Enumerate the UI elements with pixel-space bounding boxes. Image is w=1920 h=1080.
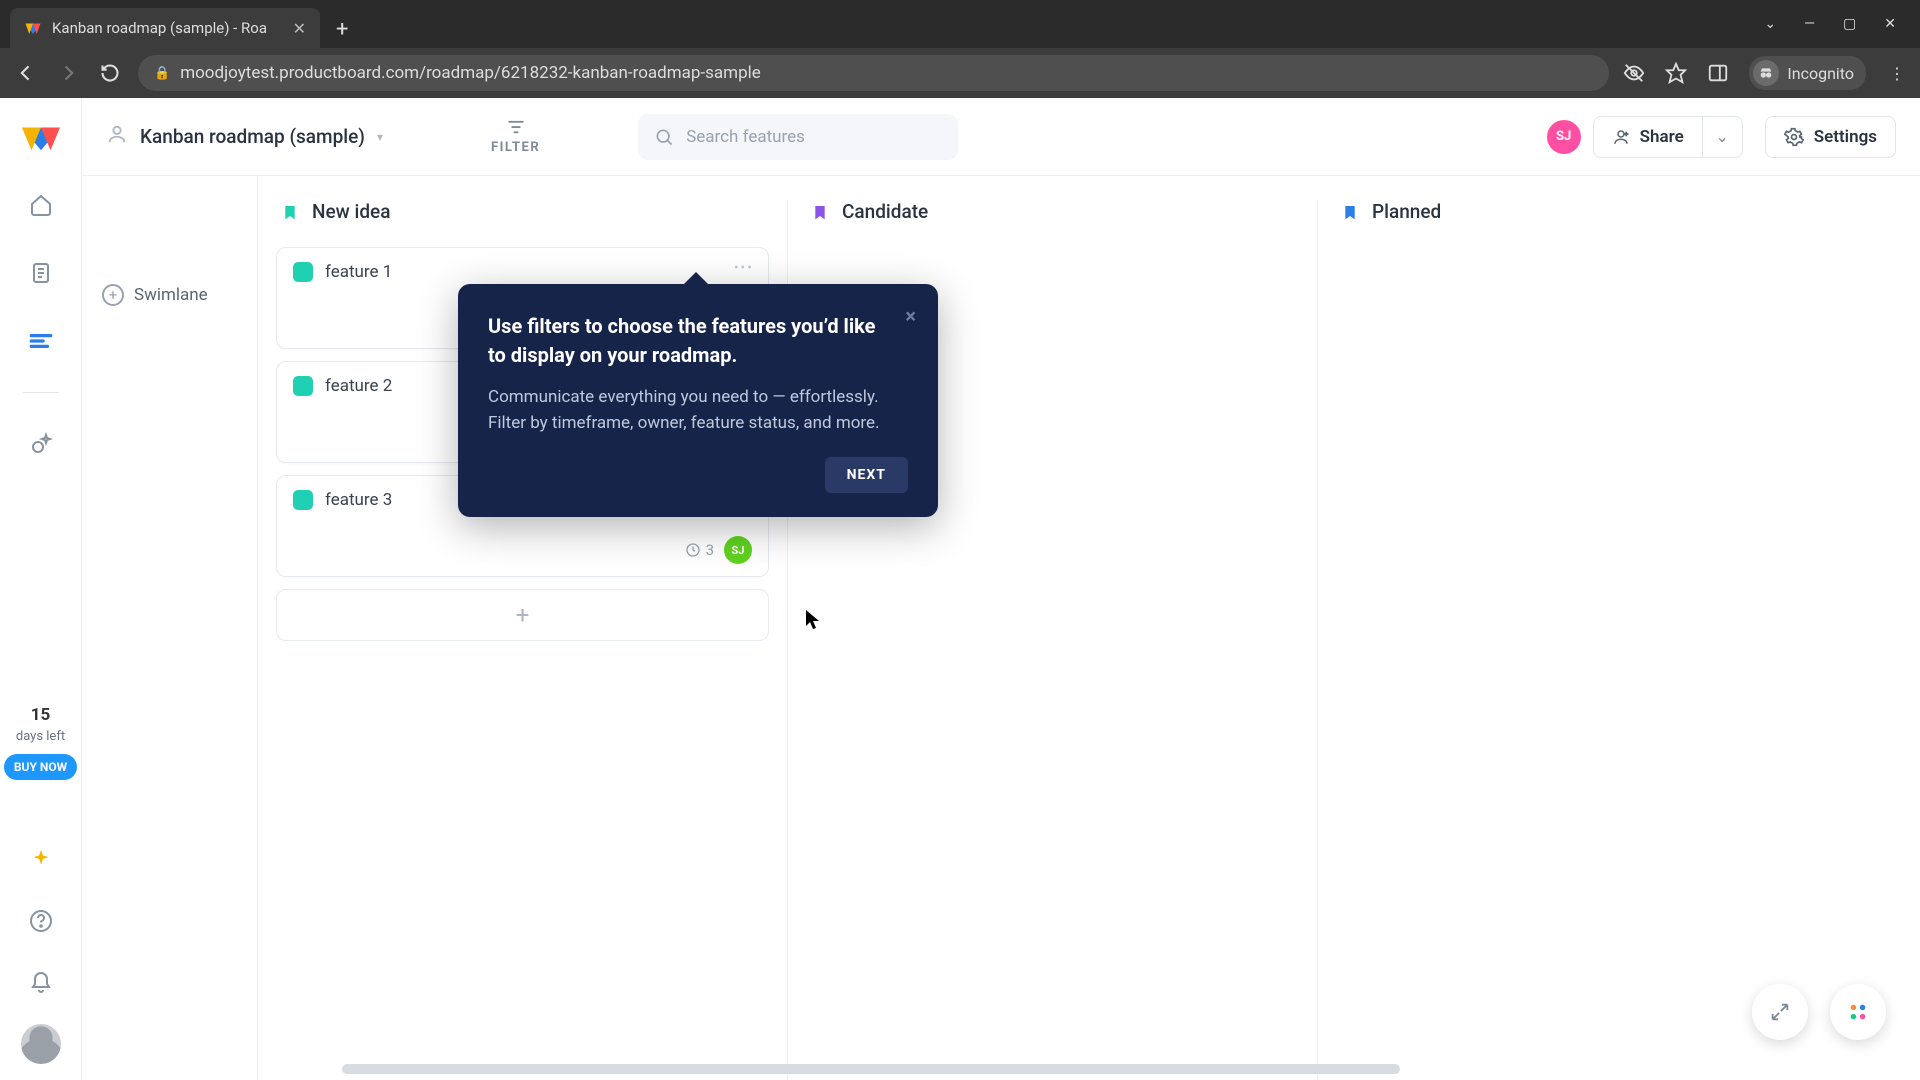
clock-icon bbox=[685, 542, 701, 558]
search-input[interactable] bbox=[686, 127, 942, 147]
settings-button[interactable]: Settings bbox=[1765, 116, 1896, 158]
window-controls: ⌄ ― ▢ ✕ bbox=[1764, 0, 1920, 48]
card-title: feature 3 bbox=[325, 490, 392, 510]
swimlane-label: Swimlane bbox=[134, 285, 208, 305]
eye-off-icon[interactable] bbox=[1623, 62, 1645, 84]
card-tag-icon bbox=[293, 262, 313, 282]
nav-forward-icon bbox=[54, 59, 82, 87]
column-title: New idea bbox=[312, 200, 390, 223]
gear-icon bbox=[1784, 127, 1804, 147]
card-title: feature 2 bbox=[325, 376, 392, 396]
topbar: Kanban roadmap (sample) ▾ FILTER SJ Shar… bbox=[82, 98, 1920, 176]
horizontal-scrollbar[interactable] bbox=[342, 1064, 1400, 1074]
close-window-icon[interactable]: ✕ bbox=[1884, 16, 1896, 32]
browser-chrome: Kanban roadmap (sample) - Roa ✕ + ⌄ ― ▢ … bbox=[0, 0, 1920, 98]
incognito-icon bbox=[1753, 60, 1779, 86]
bookmark-icon bbox=[282, 202, 298, 222]
new-tab-button[interactable]: + bbox=[320, 17, 364, 48]
page-title: Kanban roadmap (sample) bbox=[140, 125, 365, 148]
favicon-icon bbox=[24, 19, 42, 37]
user-avatar[interactable] bbox=[21, 1024, 61, 1064]
filter-button[interactable]: FILTER bbox=[491, 118, 540, 155]
assignee-avatar[interactable]: SJ bbox=[724, 536, 752, 564]
bookmark-icon bbox=[812, 202, 828, 222]
home-icon[interactable] bbox=[20, 184, 62, 226]
incognito-label: Incognito bbox=[1787, 64, 1854, 83]
user-chip[interactable]: SJ bbox=[1547, 120, 1581, 154]
app-root: 15 days left BUY NOW Kanban roadmap bbox=[0, 98, 1920, 1080]
persona-icon bbox=[106, 123, 128, 150]
coach-tooltip: × Use filters to choose the features you… bbox=[458, 284, 938, 517]
coach-body: Communicate everything you need to — eff… bbox=[488, 384, 908, 437]
card-title: feature 1 bbox=[325, 262, 392, 282]
add-card-button[interactable]: + bbox=[276, 589, 769, 641]
share-label: Share bbox=[1640, 127, 1684, 147]
share-caret-button[interactable]: ⌄ bbox=[1703, 116, 1743, 158]
share-button[interactable]: Share bbox=[1593, 116, 1703, 158]
url-input[interactable]: 🔒 moodjoytest.productboard.com/roadmap/6… bbox=[138, 55, 1609, 91]
coach-close-icon[interactable]: × bbox=[905, 304, 916, 328]
tab-bar: Kanban roadmap (sample) - Roa ✕ + ⌄ ― ▢ … bbox=[0, 0, 1920, 48]
browser-tab[interactable]: Kanban roadmap (sample) - Roa ✕ bbox=[10, 8, 320, 48]
main-area: Kanban roadmap (sample) ▾ FILTER SJ Shar… bbox=[82, 98, 1920, 1080]
bookmark-icon bbox=[1342, 202, 1358, 222]
search-box[interactable] bbox=[638, 114, 958, 160]
kebab-menu-icon[interactable]: ⋮ bbox=[1886, 62, 1908, 84]
page-title-group: Kanban roadmap (sample) ▾ bbox=[106, 123, 383, 150]
title-caret-icon[interactable]: ▾ bbox=[377, 130, 383, 144]
filter-label: FILTER bbox=[491, 140, 540, 155]
card-menu-icon[interactable]: ••• bbox=[734, 260, 754, 276]
lock-icon: 🔒 bbox=[154, 66, 170, 81]
coach-next-button[interactable]: NEXT bbox=[825, 457, 908, 493]
column-title: Candidate bbox=[842, 200, 928, 223]
tab-close-icon[interactable]: ✕ bbox=[293, 19, 306, 38]
sparkle-icon[interactable] bbox=[20, 838, 62, 880]
left-rail: 15 days left BUY NOW bbox=[0, 98, 82, 1080]
address-bar: 🔒 moodjoytest.productboard.com/roadmap/6… bbox=[0, 48, 1920, 98]
brand-logo-icon[interactable] bbox=[20, 116, 62, 158]
swimlane-column: + Swimlane bbox=[82, 176, 258, 1080]
board: + Swimlane New idea ••• feature 1 bbox=[82, 176, 1920, 1080]
floating-actions bbox=[1752, 984, 1886, 1040]
column-header[interactable]: Candidate bbox=[806, 200, 1299, 223]
search-icon bbox=[654, 127, 674, 147]
trial-badge: 15 days left BUY NOW bbox=[4, 705, 77, 780]
roadmap-icon[interactable] bbox=[20, 320, 62, 362]
trial-days-label: days left bbox=[16, 729, 65, 744]
card-tag-icon bbox=[293, 490, 313, 510]
insights-count: 3 bbox=[685, 541, 714, 559]
plus-circle-icon: + bbox=[102, 284, 124, 306]
reload-icon[interactable] bbox=[96, 59, 124, 87]
add-swimlane-button[interactable]: + Swimlane bbox=[82, 284, 257, 306]
incognito-badge[interactable]: Incognito bbox=[1749, 56, 1866, 90]
column-header[interactable]: New idea bbox=[276, 200, 769, 223]
minimize-icon[interactable]: ― bbox=[1804, 16, 1815, 32]
column-header[interactable]: Planned bbox=[1336, 200, 1860, 223]
maximize-icon[interactable]: ▢ bbox=[1843, 16, 1856, 32]
trial-days: 15 bbox=[31, 705, 51, 725]
url-text: moodjoytest.productboard.com/roadmap/621… bbox=[180, 63, 761, 83]
coach-heading: Use filters to choose the features you’d… bbox=[488, 312, 908, 370]
buy-now-button[interactable]: BUY NOW bbox=[4, 754, 77, 780]
help-icon[interactable] bbox=[20, 900, 62, 942]
tab-title: Kanban roadmap (sample) - Roa bbox=[52, 19, 283, 37]
share-icon bbox=[1612, 128, 1630, 146]
panel-icon[interactable] bbox=[1707, 62, 1729, 84]
bell-icon[interactable] bbox=[20, 962, 62, 1004]
settings-label: Settings bbox=[1814, 127, 1877, 147]
column-title: Planned bbox=[1372, 200, 1441, 223]
ai-spark-icon[interactable] bbox=[20, 423, 62, 465]
notes-icon[interactable] bbox=[20, 252, 62, 294]
column-planned: Planned bbox=[1318, 200, 1878, 1080]
chevron-down-icon[interactable]: ⌄ bbox=[1764, 16, 1776, 32]
nav-back-icon[interactable] bbox=[12, 59, 40, 87]
star-icon[interactable] bbox=[1665, 62, 1687, 84]
apps-icon[interactable] bbox=[1830, 984, 1886, 1040]
expand-icon[interactable] bbox=[1752, 984, 1808, 1040]
card-tag-icon bbox=[293, 376, 313, 396]
